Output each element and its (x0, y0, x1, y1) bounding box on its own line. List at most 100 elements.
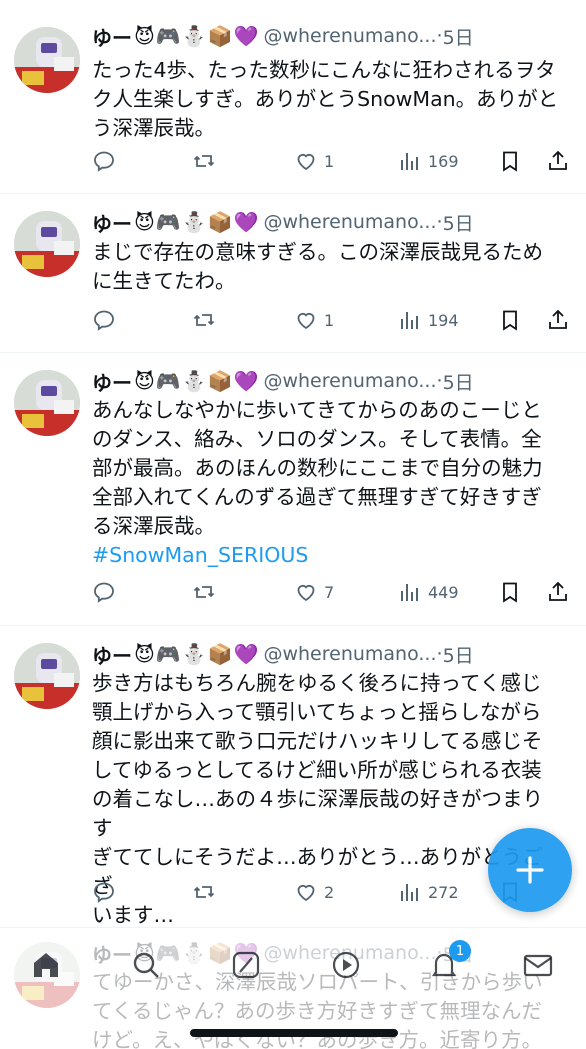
share-button[interactable] (546, 146, 570, 176)
home-indicator[interactable] (190, 1029, 398, 1037)
tweet-text: まじで存在の意味すぎる。この深澤辰哉見るため に生きてたわ。 (92, 238, 562, 296)
author-emojis: 😈🎮⛄📦💜 (134, 642, 260, 666)
like-button[interactable]: 7 (294, 577, 334, 607)
avatar[interactable] (14, 370, 80, 436)
like-button[interactable]: 1 (294, 305, 334, 335)
author-emojis: 😈🎮⛄📦💜 (134, 369, 260, 393)
tweet-actions: 1 194 (92, 305, 576, 335)
bookmark-icon (503, 310, 517, 331)
views-button[interactable]: 169 (398, 146, 459, 176)
nav-grok[interactable] (229, 948, 263, 982)
hashtag-link[interactable]: #SnowMan_SERIOUS (92, 541, 562, 570)
retweet-icon (193, 155, 215, 167)
view-count: 194 (428, 310, 459, 330)
bookmark-button[interactable] (498, 305, 522, 335)
nav-search[interactable] (129, 948, 163, 982)
tweet-text: たった4歩、たった数秒にこんなに狂わされるヲタ ク人生楽しすぎ。ありがとうSno… (92, 56, 562, 143)
tweet[interactable]: ゆー 😈🎮⛄📦💜 @wherenumano... · 5日 あんなしなやかに歩い… (0, 353, 586, 626)
tweet-header: ゆー 😈🎮⛄📦💜 @wherenumano... · 5日 (92, 19, 576, 53)
heart-icon (297, 312, 315, 330)
nav-home[interactable] (29, 948, 63, 982)
tweet-text-body: まじで存在の意味すぎる。この深澤辰哉見るため に生きてたわ。 (92, 240, 543, 293)
views-chart-icon (401, 153, 418, 170)
views-button[interactable]: 194 (398, 305, 459, 335)
compose-button[interactable] (488, 828, 572, 912)
tweet-header: ゆー 😈🎮⛄📦💜 @wherenumano... · 5日 (92, 364, 576, 398)
tweet-text: あんなしなやかに歩いてきてからのあのこーじと のダンス、絡み、ソロのダンス。そし… (92, 396, 562, 570)
author-name[interactable]: ゆー (92, 22, 132, 51)
author-name[interactable]: ゆー (92, 367, 132, 396)
reply-icon (94, 882, 114, 903)
tweet-header: ゆー 😈🎮⛄📦💜 @wherenumano... · 5日 (92, 637, 576, 671)
nav-messages[interactable] (521, 948, 555, 982)
retweet-button[interactable] (192, 877, 216, 907)
tweet-actions: 1 169 (92, 146, 576, 176)
author-handle[interactable]: @wherenumano... (263, 643, 436, 665)
share-icon (549, 309, 567, 329)
reply-button[interactable] (92, 146, 116, 176)
author-name[interactable]: ゆー (92, 640, 132, 669)
reply-icon (94, 310, 114, 331)
timestamp[interactable]: 5日 (443, 23, 474, 50)
share-button[interactable] (546, 305, 570, 335)
views-button[interactable]: 272 (398, 877, 459, 907)
bookmark-icon (503, 582, 517, 603)
tweet-header: ゆー 😈🎮⛄📦💜 @wherenumano... · 5日 (92, 205, 576, 239)
author-handle[interactable]: @wherenumano... (263, 25, 436, 47)
share-icon (549, 581, 567, 601)
avatar[interactable] (14, 211, 80, 277)
home-icon (34, 953, 58, 977)
like-count: 1 (324, 310, 335, 330)
author-emojis: 😈🎮⛄📦💜 (134, 24, 260, 48)
retweet-button[interactable] (192, 146, 216, 176)
author-name[interactable]: ゆー (92, 208, 132, 237)
like-count: 2 (324, 882, 335, 902)
tweet[interactable]: ゆー 😈🎮⛄📦💜 @wherenumano... · 5日 たった4歩、たった数… (0, 0, 586, 194)
share-button[interactable] (546, 577, 570, 607)
heart-icon (297, 153, 315, 171)
reply-button[interactable] (92, 305, 116, 335)
tweet-text-body: たった4歩、たった数秒にこんなに狂わされるヲタ ク人生楽しすぎ。ありがとうSno… (92, 58, 559, 140)
bookmark-button[interactable] (498, 577, 522, 607)
nav-communities[interactable] (329, 948, 363, 982)
like-count: 7 (324, 582, 335, 602)
reply-button[interactable] (92, 577, 116, 607)
bookmark-button[interactable] (498, 146, 522, 176)
like-button[interactable]: 1 (294, 146, 334, 176)
notification-badge: 1 (449, 940, 471, 962)
avatar[interactable] (14, 27, 80, 93)
heart-icon (297, 584, 315, 602)
retweet-button[interactable] (192, 305, 216, 335)
bookmark-icon (503, 151, 517, 172)
share-icon (549, 150, 567, 170)
author-emojis: 😈🎮⛄📦💜 (134, 210, 260, 234)
retweet-icon (193, 586, 215, 598)
tweet-text-body: あんなしなやかに歩いてきてからのあのこーじと のダンス、絡み、ソロのダンス。そし… (92, 398, 543, 538)
view-count: 449 (428, 582, 459, 602)
author-handle[interactable]: @wherenumano... (263, 370, 436, 392)
avatar[interactable] (14, 643, 80, 709)
communities-icon (332, 951, 360, 979)
view-count: 272 (428, 882, 459, 902)
timestamp[interactable]: 5日 (443, 209, 474, 236)
like-button[interactable]: 2 (294, 877, 334, 907)
retweet-icon (193, 314, 215, 326)
tweet-actions: 7 449 (92, 577, 576, 607)
author-handle[interactable]: @wherenumano... (263, 211, 436, 233)
tweet[interactable]: ゆー 😈🎮⛄📦💜 @wherenumano... · 5日 まじで存在の意味すぎ… (0, 194, 586, 353)
mail-icon (523, 954, 553, 977)
timestamp[interactable]: 5日 (443, 641, 474, 668)
views-chart-icon (401, 584, 418, 601)
timestamp[interactable]: 5日 (443, 368, 474, 395)
compose-plus-icon (516, 856, 544, 884)
views-button[interactable]: 449 (398, 577, 459, 607)
reply-button[interactable] (92, 877, 116, 907)
heart-icon (297, 884, 315, 902)
grok-icon (232, 951, 260, 979)
reply-icon (94, 582, 114, 603)
view-count: 169 (428, 151, 459, 171)
like-count: 1 (324, 151, 335, 171)
views-chart-icon (401, 312, 418, 329)
retweet-button[interactable] (192, 577, 216, 607)
search-icon (133, 952, 159, 978)
